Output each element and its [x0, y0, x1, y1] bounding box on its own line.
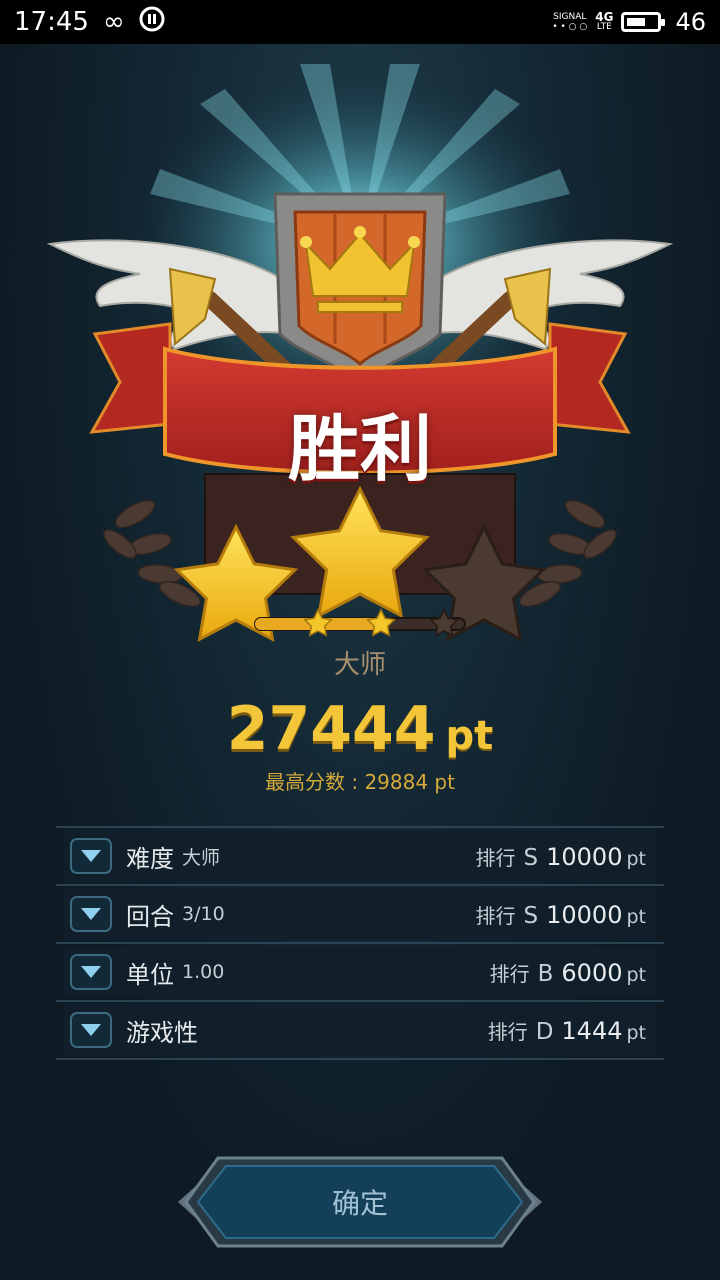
- battery-level: 46: [675, 8, 706, 36]
- stat-name: 回合: [126, 902, 174, 931]
- network-indicator: 4G LTE: [595, 10, 614, 32]
- stats-row-rounds: 回合 3/10 排行 S 10000 pt: [56, 886, 664, 944]
- left-laurel-icon: [103, 499, 202, 608]
- expand-toggle[interactable]: [70, 1012, 112, 1048]
- pause-icon: [139, 6, 165, 39]
- victory-title: 胜利: [287, 407, 432, 491]
- points-unit: pt: [626, 1021, 646, 1044]
- chevron-down-icon: [81, 908, 101, 920]
- best-score: 最高分数 : 29884 pt: [265, 770, 455, 794]
- status-bar: 17:45 ∞ SIGNAL • • ○ ○ 4G LTE 46: [0, 0, 720, 44]
- stat-points: 10000: [546, 842, 623, 871]
- stat-points: 10000: [546, 900, 623, 929]
- score-display: 27444 pt: [0, 694, 720, 764]
- stat-value: 1.00: [182, 961, 225, 983]
- result-screen: 胜利 大师 27444 pt 最高分数 : 29884 pt 难度 大师 排行 S…: [0, 44, 720, 1280]
- rank-label: 排行: [475, 845, 516, 870]
- signal-indicator: SIGNAL • • ○ ○: [552, 12, 588, 32]
- stat-points: 1444: [561, 1016, 623, 1045]
- rank-grade: S: [523, 902, 539, 929]
- stat-name: 难度: [126, 844, 174, 873]
- rank-label: 大师: [333, 650, 386, 680]
- stat-name: 单位: [126, 960, 174, 989]
- rank-label: 排行: [475, 903, 516, 928]
- points-unit: pt: [626, 847, 646, 870]
- stat-value: 大师: [182, 846, 221, 869]
- rank-grade: D: [535, 1018, 554, 1045]
- chevron-down-icon: [81, 966, 101, 978]
- chevron-down-icon: [81, 1024, 101, 1036]
- rank-grade: B: [537, 960, 554, 987]
- rank-label: 排行: [487, 1019, 528, 1044]
- stats-row-gameplay: 游戏性 排行 D 1444 pt: [56, 1002, 664, 1060]
- victory-emblem: [46, 64, 674, 642]
- rank-grade: S: [523, 844, 539, 871]
- rank-label: 排行: [489, 961, 530, 986]
- progress-star-filled-icon: [303, 608, 333, 637]
- expand-toggle[interactable]: [70, 896, 112, 932]
- score-value: 27444: [226, 694, 436, 764]
- expand-toggle[interactable]: [70, 838, 112, 874]
- expand-toggle[interactable]: [70, 954, 112, 990]
- stats-row-difficulty: 难度 大师 排行 S 10000 pt: [56, 828, 664, 886]
- points-unit: pt: [626, 905, 646, 928]
- battery-icon: [621, 12, 666, 32]
- stat-points: 6000: [561, 958, 623, 987]
- status-time: 17:45: [14, 7, 89, 37]
- score-unit: pt: [445, 713, 494, 759]
- points-unit: pt: [626, 963, 646, 986]
- stat-value: 3/10: [182, 903, 225, 925]
- progress-star-filled-icon: [366, 608, 396, 637]
- stats-table: 难度 大师 排行 S 10000 pt 回合 3/10 排行 S 10000 p…: [56, 826, 664, 1060]
- confirm-label: 确定: [331, 1187, 388, 1220]
- confirm-button[interactable]: 确定: [178, 1154, 542, 1250]
- stats-row-units: 单位 1.00 排行 B 6000 pt: [56, 944, 664, 1002]
- progress-stars: [303, 608, 459, 637]
- infinity-icon: ∞: [102, 7, 125, 37]
- right-laurel-icon: [518, 499, 617, 608]
- chevron-down-icon: [81, 850, 101, 862]
- stat-name: 游戏性: [126, 1018, 198, 1047]
